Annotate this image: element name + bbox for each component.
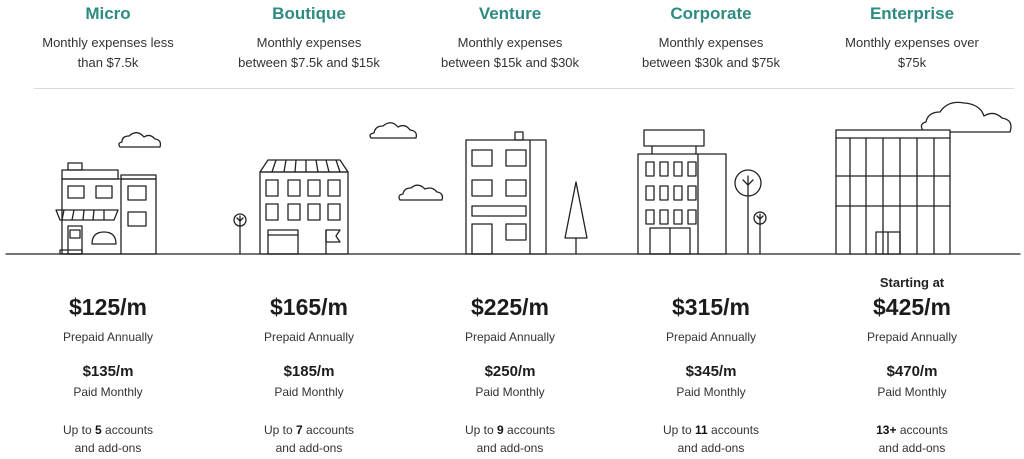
cloud-icon bbox=[920, 101, 1012, 133]
plan-description-line: $75k bbox=[897, 55, 927, 70]
cloud-icon bbox=[369, 122, 418, 139]
plan-description-line: than $7.5k bbox=[77, 55, 139, 70]
plan-name: Venture bbox=[478, 4, 542, 23]
venture-building-icon bbox=[465, 131, 547, 255]
accounts-suffix: accounts bbox=[899, 423, 948, 437]
annual-label: Prepaid Annually bbox=[464, 330, 556, 344]
tree-icon bbox=[564, 181, 588, 255]
plan-name: Micro bbox=[85, 4, 131, 23]
header-divider bbox=[34, 88, 1014, 89]
monthly-label: Paid Monthly bbox=[73, 385, 143, 399]
tree-icon bbox=[734, 169, 762, 255]
plan-description-line: Monthly expenses over bbox=[845, 35, 979, 50]
accounts-suffix: accounts bbox=[105, 423, 154, 437]
plan-description: Monthly expenses less than $7.5k bbox=[8, 33, 208, 73]
accounts-addons: and add-ons bbox=[275, 441, 343, 455]
micro-building-icon bbox=[55, 162, 157, 255]
annual-label: Prepaid Annually bbox=[263, 330, 355, 344]
accounts-info: Up to 7 accounts and add-ons bbox=[209, 421, 409, 457]
monthly-price: $345/m bbox=[685, 363, 737, 380]
accounts-addons: and add-ons bbox=[74, 441, 142, 455]
annual-price: $165/m bbox=[269, 294, 348, 320]
plan-description-line: between $7.5k and $15k bbox=[238, 55, 380, 70]
monthly-label: Paid Monthly bbox=[274, 385, 344, 399]
accounts-prefix: Up to bbox=[662, 423, 692, 437]
accounts-info: Up to 9 accounts and add-ons bbox=[410, 421, 610, 457]
accounts-info: Up to 5 accounts and add-ons bbox=[8, 421, 208, 457]
plan-description-line: between $30k and $75k bbox=[641, 55, 781, 70]
accounts-info: Up to 11 accounts and add-ons bbox=[611, 421, 811, 457]
plan-description-line: between $15k and $30k bbox=[440, 55, 580, 70]
plan-description: Monthly expenses over $75k bbox=[812, 33, 1012, 73]
plan-description: Monthly expenses between $15k and $30k bbox=[410, 33, 610, 73]
annual-label: Prepaid Annually bbox=[62, 330, 154, 344]
annual-price: $225/m bbox=[470, 294, 549, 320]
starting-at-label: Starting at bbox=[879, 275, 945, 290]
monthly-price: $135/m bbox=[82, 363, 134, 380]
buildings-illustration bbox=[5, 101, 1021, 255]
tree-icon bbox=[233, 213, 247, 255]
accounts-count: 13+ bbox=[876, 423, 897, 437]
monthly-price: $250/m bbox=[484, 363, 536, 380]
plan-description: Monthly expenses between $30k and $75k bbox=[611, 33, 811, 73]
accounts-info: 13+ accounts and add-ons bbox=[812, 421, 1012, 457]
accounts-count: 11 bbox=[694, 423, 708, 437]
monthly-label: Paid Monthly bbox=[877, 385, 947, 399]
accounts-count: 5 bbox=[94, 423, 102, 437]
monthly-price: $470/m bbox=[886, 363, 938, 380]
tree-icon bbox=[753, 211, 767, 255]
boutique-building-icon bbox=[259, 159, 349, 255]
annual-label: Prepaid Annually bbox=[866, 330, 958, 344]
accounts-suffix: accounts bbox=[306, 423, 355, 437]
plan-description: Monthly expenses between $7.5k and $15k bbox=[209, 33, 409, 73]
accounts-prefix: Up to bbox=[464, 423, 494, 437]
monthly-label: Paid Monthly bbox=[475, 385, 545, 399]
accounts-addons: and add-ons bbox=[677, 441, 745, 455]
annual-price: $315/m bbox=[671, 294, 750, 320]
accounts-addons: and add-ons bbox=[476, 441, 544, 455]
cloud-icon bbox=[398, 184, 444, 201]
accounts-count: 7 bbox=[295, 423, 303, 437]
accounts-suffix: accounts bbox=[507, 423, 556, 437]
monthly-label: Paid Monthly bbox=[676, 385, 746, 399]
accounts-addons: and add-ons bbox=[878, 441, 946, 455]
plan-name: Boutique bbox=[272, 4, 346, 23]
monthly-price: $185/m bbox=[283, 363, 335, 380]
plan-name: Enterprise bbox=[869, 4, 955, 23]
accounts-count: 9 bbox=[496, 423, 504, 437]
cloud-icon bbox=[118, 132, 162, 148]
accounts-prefix: Up to bbox=[263, 423, 293, 437]
plan-description-line: Monthly expenses bbox=[658, 35, 764, 50]
plan-description-line: Monthly expenses less bbox=[42, 35, 174, 50]
annual-label: Prepaid Annually bbox=[665, 330, 757, 344]
corporate-building-icon bbox=[637, 129, 727, 255]
enterprise-building-icon bbox=[835, 129, 951, 255]
plan-description-line: Monthly expenses bbox=[457, 35, 563, 50]
accounts-suffix: accounts bbox=[711, 423, 760, 437]
annual-price: $125/m bbox=[68, 294, 147, 320]
plan-name: Corporate bbox=[670, 4, 752, 23]
accounts-prefix: Up to bbox=[62, 423, 92, 437]
annual-price: $425/m bbox=[872, 294, 951, 320]
plan-description-line: Monthly expenses bbox=[256, 35, 362, 50]
flag-icon bbox=[325, 229, 341, 255]
